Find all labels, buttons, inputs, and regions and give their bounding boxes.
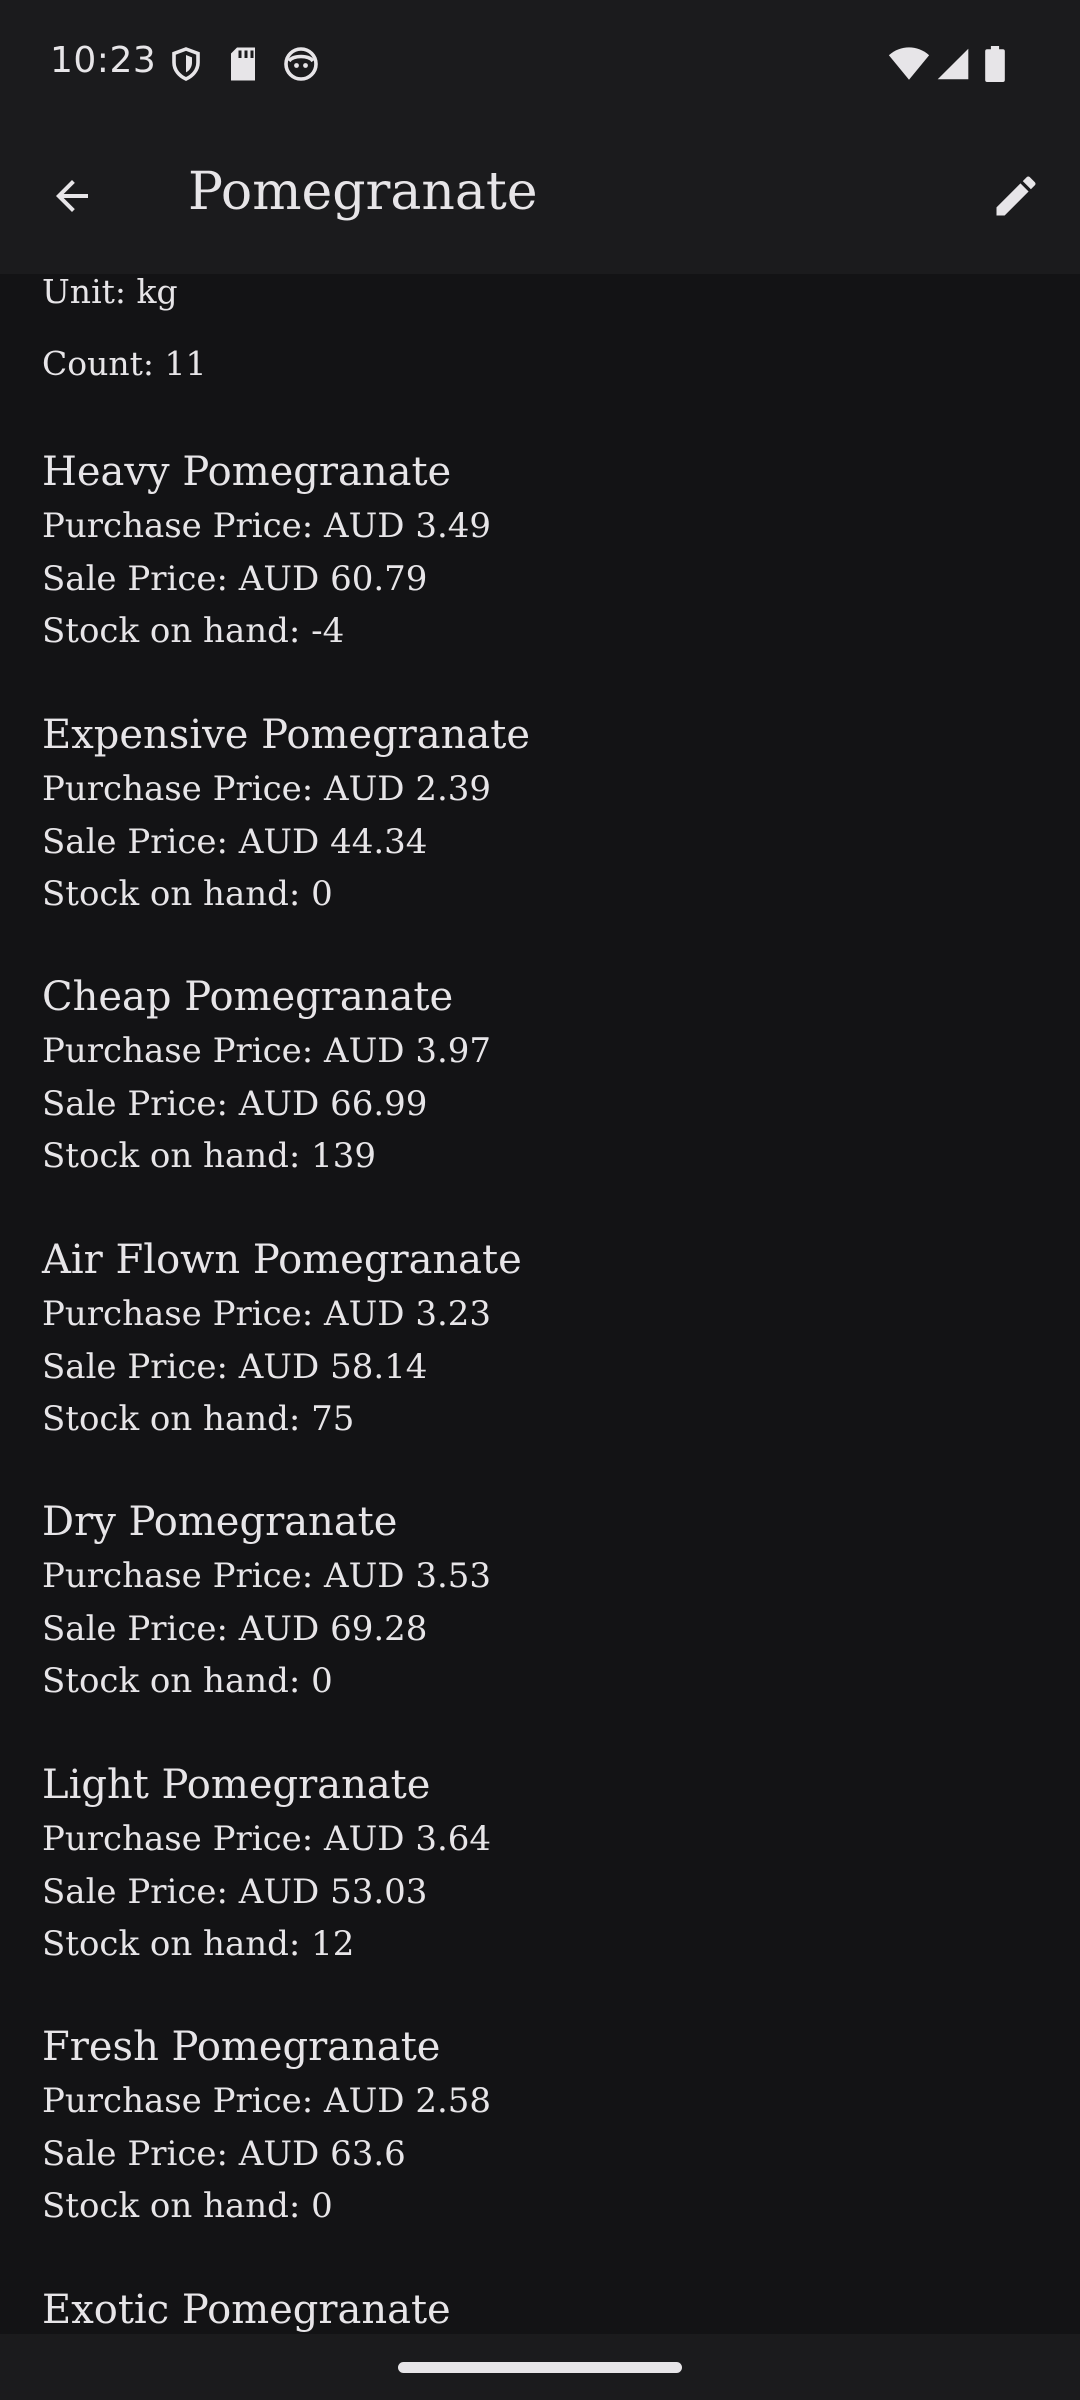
- arrow-back-icon: [56, 180, 88, 212]
- product-name: Light Pomegranate: [42, 1762, 431, 1808]
- sale-price: Sale Price: AUD 44.34: [42, 821, 428, 862]
- navigation-bar: [0, 2334, 1080, 2400]
- stock-on-hand: Stock on hand: 139: [42, 1136, 377, 1176]
- list-item[interactable]: Expensive Pomegranate Purchase Price: AU…: [42, 707, 1042, 921]
- purchase-price: Purchase Price: AUD 3.97: [42, 1031, 492, 1071]
- status-time: 10:23: [50, 40, 157, 81]
- sale-price: Sale Price: AUD 60.79: [42, 558, 428, 599]
- stock-on-hand: Stock on hand: -4: [42, 611, 345, 651]
- edit-button[interactable]: [978, 158, 1054, 234]
- purchase-price: Purchase Price: AUD 3.23: [42, 1294, 492, 1334]
- purchase-price: Purchase Price: AUD 3.53: [42, 1556, 492, 1596]
- purchase-price: Purchase Price: AUD 3.64: [42, 1819, 492, 1859]
- product-name: Fresh Pomegranate: [42, 2024, 441, 2070]
- stock-on-hand: Stock on hand: 0: [42, 2186, 333, 2226]
- list-item[interactable]: Dry Pomegranate Purchase Price: AUD 3.53…: [42, 1494, 1042, 1708]
- stock-on-hand: Stock on hand: 0: [42, 1661, 333, 1701]
- cellular-signal-icon: [937, 48, 969, 80]
- sale-price: Sale Price: AUD 63.6: [42, 2133, 406, 2174]
- list-item[interactable]: Light Pomegranate Purchase Price: AUD 3.…: [42, 1757, 1042, 1971]
- product-name: Heavy Pomegranate: [42, 449, 452, 495]
- sd-card-icon: [231, 47, 255, 81]
- list-item[interactable]: Heavy Pomegranate Purchase Price: AUD 3.…: [42, 444, 1042, 658]
- pencil-icon: [996, 176, 1036, 216]
- page-title: Pomegranate: [188, 162, 538, 222]
- stock-on-hand: Stock on hand: 0: [42, 874, 333, 914]
- product-name: Cheap Pomegranate: [42, 974, 454, 1020]
- app-bar: Pomegranate: [0, 116, 1080, 274]
- purchase-price: Purchase Price: AUD 3.49: [42, 506, 492, 546]
- face-icon: [284, 47, 318, 81]
- product-detail-list[interactable]: Unit: kg Count: 11 Heavy Pomegranate Pur…: [0, 274, 1080, 2334]
- product-name: Expensive Pomegranate: [42, 712, 531, 758]
- product-name: Air Flown Pomegranate: [42, 1237, 522, 1283]
- product-name: Exotic Pomegranate: [42, 2287, 451, 2333]
- status-bar: 10:23: [0, 0, 1080, 116]
- list-item[interactable]: Fresh Pomegranate Purchase Price: AUD 2.…: [42, 2019, 1042, 2233]
- back-button[interactable]: [34, 158, 110, 234]
- count-label: Count: 11: [42, 344, 207, 383]
- stock-on-hand: Stock on hand: 75: [42, 1399, 355, 1439]
- battery-icon: [985, 46, 1005, 82]
- list-item[interactable]: Exotic Pomegranate: [42, 2282, 1042, 2334]
- purchase-price: Purchase Price: AUD 2.39: [42, 769, 492, 809]
- purchase-price: Purchase Price: AUD 2.58: [42, 2081, 492, 2121]
- product-name: Dry Pomegranate: [42, 1499, 398, 1545]
- home-gesture-handle[interactable]: [398, 2362, 682, 2373]
- sale-price: Sale Price: AUD 58.14: [42, 1346, 428, 1387]
- list-item[interactable]: Air Flown Pomegranate Purchase Price: AU…: [42, 1232, 1042, 1446]
- shield-icon: [172, 47, 200, 81]
- wifi-icon: [888, 47, 930, 80]
- list-item[interactable]: Cheap Pomegranate Purchase Price: AUD 3.…: [42, 969, 1042, 1183]
- sale-price: Sale Price: AUD 69.28: [42, 1608, 428, 1649]
- unit-label: Unit: kg: [42, 274, 178, 311]
- sale-price: Sale Price: AUD 53.03: [42, 1871, 428, 1912]
- stock-on-hand: Stock on hand: 12: [42, 1924, 355, 1964]
- sale-price: Sale Price: AUD 66.99: [42, 1083, 428, 1124]
